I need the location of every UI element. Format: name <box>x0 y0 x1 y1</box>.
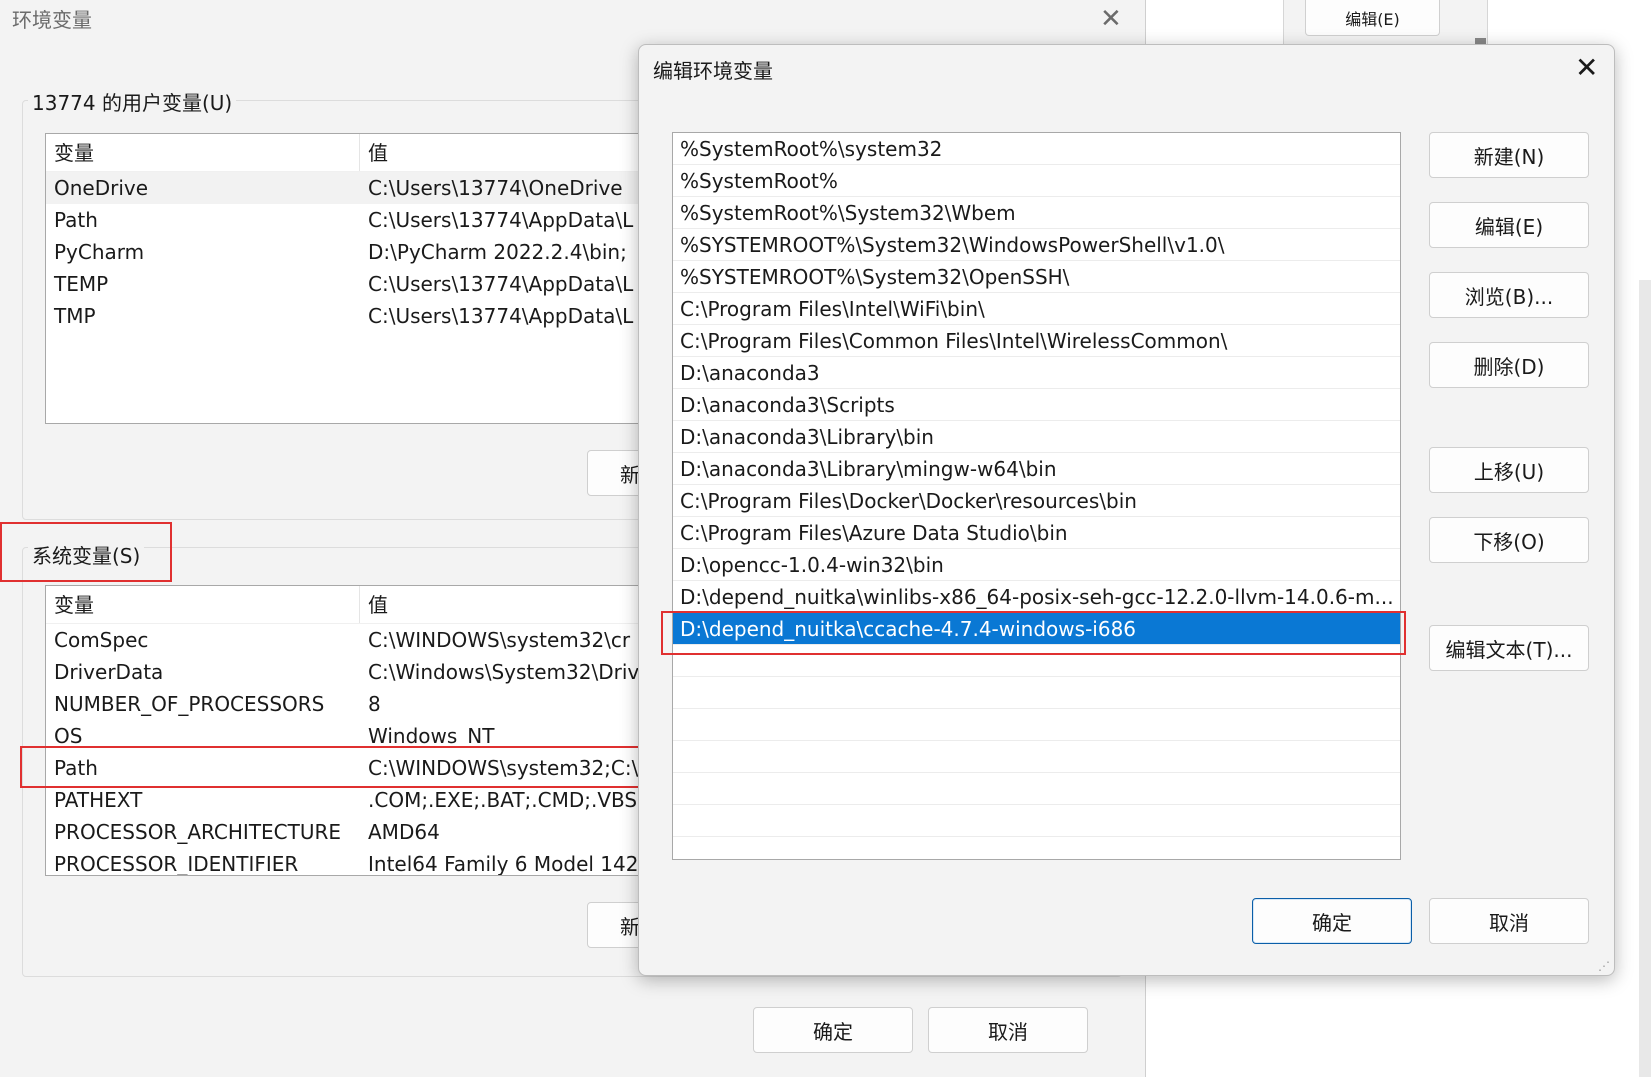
close-icon[interactable]: ✕ <box>1100 4 1122 34</box>
var-value: C:\WINDOWS\system32\cr <box>368 628 631 652</box>
move-up-button[interactable]: 上移(U) <box>1429 447 1589 493</box>
highlight-path-row <box>20 746 660 788</box>
edit-text-button[interactable]: 编辑文本(T)... <box>1429 625 1589 671</box>
var-name: PROCESSOR_IDENTIFIER <box>54 852 299 876</box>
table-row[interactable]: NUMBER_OF_PROCESSORS 8 <box>46 688 644 720</box>
dialog-title: 编辑环境变量 <box>653 59 773 83</box>
table-row[interactable]: TEMP C:\Users\13774\AppData\L <box>46 268 644 300</box>
path-item[interactable]: %SYSTEMROOT%\System32\WindowsPowerShell\… <box>673 229 1400 261</box>
path-list[interactable]: %SystemRoot%\system32 %SystemRoot% %System… <box>672 132 1401 860</box>
path-item[interactable]: D:\anaconda3\Library\mingw-w64\bin <box>673 453 1400 485</box>
table-row[interactable]: ComSpec C:\WINDOWS\system32\cr <box>46 624 644 656</box>
var-value: C:\Users\13774\AppData\L <box>368 272 634 296</box>
var-name: PROCESSOR_ARCHITECTURE <box>54 820 342 844</box>
path-item[interactable]: C:\Program Files\Azure Data Studio\bin <box>673 517 1400 549</box>
user-vars-label: 13774 的用户变量(U) <box>28 87 237 116</box>
resize-grip-icon[interactable]: ⋰ <box>1598 959 1610 973</box>
var-name: DriverData <box>54 660 164 684</box>
path-item[interactable]: D:\opencc-1.0.4-win32\bin <box>673 549 1400 581</box>
var-value: 8 <box>368 692 381 716</box>
edit-env-dialog: 编辑环境变量 ✕ %SystemRoot%\system32 %SystemRoo… <box>638 44 1615 976</box>
window-title: 环境变量 <box>12 8 92 32</box>
path-item[interactable]: D:\depend_nuitka\winlibs-x86_64-posix-se… <box>673 581 1400 613</box>
empty-row[interactable] <box>673 677 1400 709</box>
highlight-system-label <box>0 522 172 582</box>
list-header: 变量 值 <box>46 134 644 172</box>
table-row[interactable]: PROCESSOR_IDENTIFIER Intel64 Family 6 Mo… <box>46 848 644 876</box>
path-item[interactable]: %SystemRoot%\system32 <box>673 133 1400 165</box>
var-value: C:\Users\13774\AppData\L <box>368 304 634 328</box>
delete-button[interactable]: 删除(D) <box>1429 342 1589 388</box>
background-edit-button[interactable]: 编辑(E) <box>1305 0 1440 36</box>
var-name: TMP <box>54 304 96 328</box>
var-value: Intel64 Family 6 Model 142 <box>368 852 639 876</box>
path-item[interactable]: D:\anaconda3\Scripts <box>673 389 1400 421</box>
path-item[interactable]: D:\anaconda3\Library\bin <box>673 421 1400 453</box>
path-item[interactable]: C:\Program Files\Common Files\Intel\Wire… <box>673 325 1400 357</box>
path-item[interactable]: %SystemRoot% <box>673 165 1400 197</box>
table-row[interactable]: PATHEXT .COM;.EXE;.BAT;.CMD;.VBS; <box>46 784 644 816</box>
table-row[interactable]: TMP C:\Users\13774\AppData\L <box>46 300 644 332</box>
empty-row[interactable] <box>673 805 1400 837</box>
browse-button[interactable]: 浏览(B)... <box>1429 272 1589 318</box>
var-value: C:\Users\13774\OneDrive <box>368 176 623 200</box>
var-value: AMD64 <box>368 820 440 844</box>
var-value: D:\PyCharm 2022.2.4\bin; <box>368 240 627 264</box>
empty-row[interactable] <box>673 741 1400 773</box>
path-item[interactable]: C:\Program Files\Docker\Docker\resources… <box>673 485 1400 517</box>
edit-button[interactable]: 编辑(E) <box>1429 202 1589 248</box>
header-variable[interactable]: 变量 <box>46 586 360 623</box>
var-value: C:\Users\13774\AppData\L <box>368 208 634 232</box>
var-name: TEMP <box>54 272 109 296</box>
empty-row[interactable] <box>673 709 1400 741</box>
main-ok-button[interactable]: 确定 <box>753 1007 913 1053</box>
var-name: Path <box>54 208 98 232</box>
new-button[interactable]: 新建(N) <box>1429 132 1589 178</box>
table-row[interactable]: DriverData C:\Windows\System32\Driv <box>46 656 644 688</box>
var-name: OneDrive <box>54 176 149 200</box>
cancel-button[interactable]: 取消 <box>1429 898 1589 944</box>
path-item[interactable]: %SystemRoot%\System32\Wbem <box>673 197 1400 229</box>
move-down-button[interactable]: 下移(O) <box>1429 517 1589 563</box>
empty-row[interactable] <box>673 773 1400 805</box>
table-row[interactable]: OneDrive C:\Users\13774\OneDrive <box>46 172 644 204</box>
var-value: C:\Windows\System32\Driv <box>368 660 640 684</box>
list-header: 变量 值 <box>46 586 644 624</box>
close-icon[interactable]: ✕ <box>1575 51 1598 84</box>
user-vars-list[interactable]: 变量 值 OneDrive C:\Users\13774\OneDrive Pa… <box>45 133 645 424</box>
var-name: PATHEXT <box>54 788 143 812</box>
header-variable[interactable]: 变量 <box>46 134 360 171</box>
highlight-selected-path <box>661 611 1406 655</box>
ok-button[interactable]: 确定 <box>1252 898 1412 944</box>
table-row[interactable]: PyCharm D:\PyCharm 2022.2.4\bin; <box>46 236 644 268</box>
table-row[interactable]: PROCESSOR_ARCHITECTURE AMD64 <box>46 816 644 848</box>
var-value: .COM;.EXE;.BAT;.CMD;.VBS; <box>368 788 644 812</box>
path-item[interactable]: %SYSTEMROOT%\System32\OpenSSH\ <box>673 261 1400 293</box>
path-item[interactable]: D:\anaconda3 <box>673 357 1400 389</box>
main-cancel-button[interactable]: 取消 <box>928 1007 1088 1053</box>
table-row[interactable]: Path C:\Users\13774\AppData\L <box>46 204 644 236</box>
var-name: NUMBER_OF_PROCESSORS <box>54 692 325 716</box>
background-scrollbar[interactable] <box>1639 280 1651 1077</box>
header-value[interactable]: 值 <box>360 586 388 623</box>
path-item[interactable]: C:\Program Files\Intel\WiFi\bin\ <box>673 293 1400 325</box>
header-value[interactable]: 值 <box>360 134 388 171</box>
var-name: ComSpec <box>54 628 149 652</box>
var-name: PyCharm <box>54 240 145 264</box>
system-vars-list[interactable]: 变量 值 ComSpec C:\WINDOWS\system32\cr Driv… <box>45 585 645 876</box>
